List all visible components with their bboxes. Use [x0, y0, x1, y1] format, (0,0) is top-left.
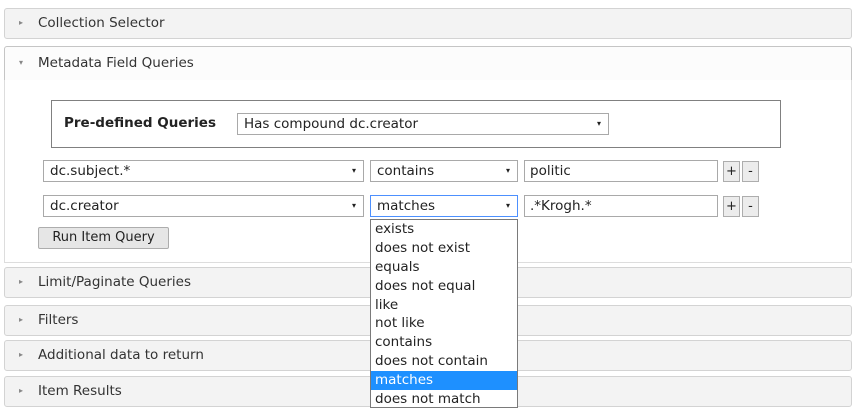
run-item-query-button[interactable]: Run Item Query — [38, 227, 169, 249]
chevron-down-icon: ▾ — [351, 166, 356, 175]
predefined-queries-select[interactable]: Has compound dc.creator ▾ — [237, 113, 609, 135]
chevron-down-icon: ▾ — [596, 119, 601, 128]
predefined-queries-box: Pre-defined Queries Has compound dc.crea… — [51, 100, 781, 148]
add-row-button[interactable]: + — [723, 196, 740, 217]
operator-select-row-1[interactable]: contains ▾ — [370, 160, 518, 182]
chevron-right-icon: ▸ — [19, 18, 24, 27]
section-title: Collection Selector — [38, 15, 165, 31]
section-title: Metadata Field Queries — [38, 55, 194, 71]
value-input-row-2[interactable]: .*Krogh.* — [524, 195, 718, 217]
dropdown-option[interactable]: does not contain — [371, 352, 517, 371]
section-title: Limit/Paginate Queries — [38, 274, 191, 290]
select-value: dc.creator — [50, 198, 119, 214]
section-title: Filters — [38, 312, 79, 328]
dropdown-option[interactable]: does not match — [371, 390, 517, 407]
section-title: Additional data to return — [38, 347, 204, 363]
dropdown-option[interactable]: equals — [371, 258, 517, 277]
select-value: dc.subject.* — [50, 163, 131, 179]
chevron-down-icon: ▾ — [505, 201, 510, 210]
select-value: Has compound dc.creator — [244, 116, 419, 132]
dropdown-option[interactable]: does not exist — [371, 239, 517, 258]
chevron-down-icon: ▾ — [351, 201, 356, 210]
operator-dropdown-list: exists does not exist equals does not eq… — [370, 219, 518, 408]
chevron-right-icon: ▸ — [19, 350, 24, 359]
chevron-right-icon: ▸ — [19, 386, 24, 395]
select-value: matches — [377, 198, 436, 214]
dropdown-option[interactable]: not like — [371, 314, 517, 333]
input-value: politic — [530, 163, 571, 179]
field-select-row-1[interactable]: dc.subject.* ▾ — [43, 160, 364, 182]
add-row-button[interactable]: + — [723, 161, 740, 182]
value-input-row-1[interactable]: politic — [524, 160, 718, 182]
section-metadata-field-queries[interactable]: ▾ Metadata Field Queries — [4, 46, 852, 81]
field-select-row-2[interactable]: dc.creator ▾ — [43, 195, 364, 217]
section-title: Item Results — [38, 383, 122, 399]
predefined-queries-label: Pre-defined Queries — [64, 115, 216, 131]
chevron-down-icon: ▾ — [19, 58, 24, 67]
dropdown-option-selected[interactable]: matches — [371, 371, 517, 391]
input-value: .*Krogh.* — [530, 198, 592, 214]
dropdown-option[interactable]: does not equal — [371, 277, 517, 296]
remove-row-button[interactable]: - — [742, 161, 759, 182]
dropdown-option[interactable]: contains — [371, 333, 517, 352]
chevron-right-icon: ▸ — [19, 277, 24, 286]
operator-select-row-2[interactable]: matches ▾ — [370, 195, 518, 217]
dropdown-option[interactable]: exists — [371, 220, 517, 239]
chevron-right-icon: ▸ — [19, 315, 24, 324]
chevron-down-icon: ▾ — [505, 166, 510, 175]
section-collection-selector[interactable]: ▸ Collection Selector — [4, 8, 852, 39]
dropdown-option[interactable]: like — [371, 296, 517, 315]
remove-row-button[interactable]: - — [742, 196, 759, 217]
select-value: contains — [377, 163, 435, 179]
